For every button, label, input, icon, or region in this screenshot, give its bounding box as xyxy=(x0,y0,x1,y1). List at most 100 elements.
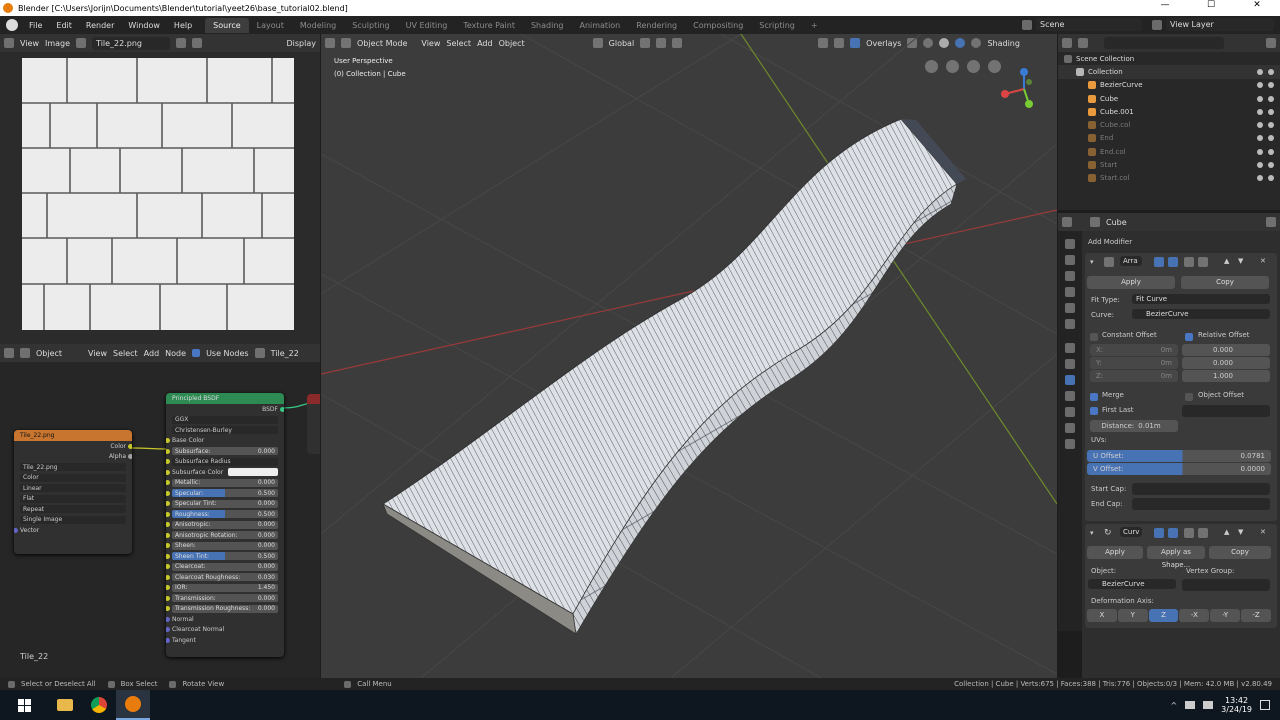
image-texture-node[interactable]: Tile_22.png Color Alpha Tile_22.png Colo… xyxy=(14,430,132,554)
constant-y-value[interactable]: 0m xyxy=(1161,359,1172,367)
input-socket[interactable] xyxy=(166,564,170,570)
bsdf-value-slider[interactable]: Specular: 0.500 xyxy=(172,489,278,498)
world-tab-icon[interactable] xyxy=(1065,319,1075,329)
curve-deform-object-field[interactable]: BezierCurve xyxy=(1088,579,1176,589)
vertex-group-field[interactable] xyxy=(1182,579,1270,591)
visibility-eye-icon[interactable] xyxy=(1257,108,1263,115)
visibility-eye-icon[interactable] xyxy=(1257,95,1263,102)
input-socket[interactable] xyxy=(166,532,170,538)
input-socket[interactable] xyxy=(166,553,170,559)
material-output-node[interactable] xyxy=(307,394,320,454)
scene-collection-row[interactable]: Scene Collection xyxy=(1058,52,1280,65)
axis-y-button[interactable]: Y xyxy=(1117,609,1148,622)
relative-y-field[interactable]: 0.000 xyxy=(1182,357,1270,369)
tab-layout[interactable]: Layout xyxy=(249,18,292,33)
input-socket[interactable] xyxy=(166,616,170,622)
offset-object-field[interactable] xyxy=(1182,405,1270,417)
tab-uv-editing[interactable]: UV Editing xyxy=(398,18,456,33)
constant-z-value[interactable]: 0m xyxy=(1161,372,1172,380)
start-cap-field[interactable] xyxy=(1132,483,1270,495)
tab-source[interactable]: Source xyxy=(205,17,249,33)
image-menu[interactable]: Image xyxy=(45,39,70,48)
input-socket[interactable] xyxy=(166,637,170,643)
input-socket[interactable] xyxy=(166,595,170,601)
relative-x-field[interactable]: 0.000 xyxy=(1182,344,1270,356)
input-socket[interactable] xyxy=(166,585,170,591)
curve-apply-button[interactable]: Apply xyxy=(1087,546,1143,559)
tab-animation[interactable]: Animation xyxy=(571,18,628,33)
navigation-gizmo[interactable] xyxy=(999,64,1049,114)
outliner-item[interactable]: Cube.001 xyxy=(1058,105,1280,118)
chrome-icon[interactable] xyxy=(82,697,116,713)
add-modifier-button[interactable]: Add Modifier xyxy=(1088,238,1132,246)
node-view-menu[interactable]: View xyxy=(88,349,107,358)
curve-copy-button[interactable]: Copy xyxy=(1209,546,1271,559)
image-name-field[interactable]: Tile_22.png xyxy=(92,36,171,50)
tab-sculpting[interactable]: Sculpting xyxy=(344,18,397,33)
notifications-icon[interactable] xyxy=(1260,700,1270,710)
array-modifier-name[interactable]: Arra xyxy=(1120,256,1142,266)
collection-row[interactable]: Collection xyxy=(1058,65,1280,79)
material-browse-icon[interactable] xyxy=(254,348,265,358)
image-editor-canvas[interactable] xyxy=(0,52,320,344)
bsdf-value-slider[interactable]: Anisotropic: 0.000 xyxy=(172,520,278,529)
display-mode-icon[interactable] xyxy=(1078,38,1088,48)
apply-as-shape-button[interactable]: Apply as Shape... xyxy=(1147,546,1205,569)
outliner-item[interactable]: Start xyxy=(1058,158,1280,171)
material-name-field[interactable]: Tile_22 xyxy=(271,349,299,358)
menu-render[interactable]: Render xyxy=(79,21,121,30)
view-layer-icon[interactable] xyxy=(1152,20,1162,30)
bsdf-value-slider[interactable]: Sheen Tint: 0.500 xyxy=(172,552,278,561)
outliner-item[interactable]: End.col xyxy=(1058,145,1280,158)
render-camera-icon[interactable] xyxy=(1268,175,1274,182)
input-socket[interactable] xyxy=(166,448,170,454)
curve-modifier-name[interactable]: Curv xyxy=(1120,527,1142,537)
image-save-icon[interactable] xyxy=(192,38,203,48)
axis-x-button[interactable]: X xyxy=(1087,609,1117,622)
input-socket[interactable] xyxy=(166,480,170,486)
blender-taskbar-icon[interactable] xyxy=(116,690,150,720)
axis-neg-y-button[interactable]: -Y xyxy=(1210,609,1241,622)
render-tab-icon[interactable] xyxy=(1065,255,1075,265)
shader-type-icon[interactable] xyxy=(20,348,30,358)
remove-modifier-button[interactable]: ✕ xyxy=(1260,528,1266,536)
array-copy-button[interactable]: Copy xyxy=(1181,276,1269,289)
input-socket[interactable] xyxy=(166,469,170,475)
bsdf-value-slider[interactable]: Subsurface: 0.000 xyxy=(172,447,278,456)
input-socket[interactable] xyxy=(166,606,170,612)
bsdf-value-slider[interactable]: Transmission: 0.000 xyxy=(172,594,278,603)
visibility-eye-icon[interactable] xyxy=(1257,162,1263,169)
image-view-menu[interactable]: View xyxy=(20,39,39,48)
menu-window[interactable]: Window xyxy=(121,21,167,30)
bsdf-value-slider[interactable]: Clearcoat: 0.000 xyxy=(172,562,278,571)
close-button[interactable]: ✕ xyxy=(1234,0,1280,10)
tray-up-arrow-icon[interactable]: ^ xyxy=(1170,701,1177,710)
node-add-menu[interactable]: Add xyxy=(144,349,160,358)
subsurface-method-select[interactable]: Christensen-Burley xyxy=(172,426,278,435)
render-camera-icon[interactable] xyxy=(1268,95,1274,102)
render-camera-icon[interactable] xyxy=(1268,68,1274,75)
input-socket[interactable] xyxy=(166,574,170,580)
bsdf-value-slider[interactable]: Sheen: 0.000 xyxy=(172,541,278,550)
axis-neg-z-button[interactable]: -Z xyxy=(1241,609,1271,622)
input-socket[interactable] xyxy=(166,459,170,465)
menu-file[interactable]: File xyxy=(22,21,49,30)
visibility-eye-icon[interactable] xyxy=(1257,122,1263,129)
constant-x-value[interactable]: 0m xyxy=(1161,346,1172,354)
material-tab-icon[interactable] xyxy=(1065,423,1075,433)
tab-texture-paint[interactable]: Texture Paint xyxy=(455,18,523,33)
v-offset-slider[interactable]: V Offset: 0.0000 xyxy=(1087,463,1271,475)
tab-shading[interactable]: Shading xyxy=(523,18,572,33)
outliner-item[interactable]: Start.col xyxy=(1058,172,1280,185)
visibility-eye-icon[interactable] xyxy=(1257,135,1263,142)
node-menu[interactable]: Node xyxy=(165,349,186,358)
pan-hand-icon[interactable] xyxy=(967,60,980,73)
visibility-eye-icon[interactable] xyxy=(1257,68,1263,75)
image-node-projection[interactable]: Flat xyxy=(20,494,126,503)
move-up-button[interactable]: ▲ xyxy=(1224,257,1229,265)
outliner-item[interactable]: BezierCurve xyxy=(1058,79,1280,92)
render-camera-icon[interactable] xyxy=(1268,148,1274,155)
bsdf-value-slider[interactable]: Roughness: 0.500 xyxy=(172,510,278,519)
object-data-tab-icon[interactable] xyxy=(1065,407,1075,417)
shader-object-selector[interactable]: Object xyxy=(36,349,82,358)
